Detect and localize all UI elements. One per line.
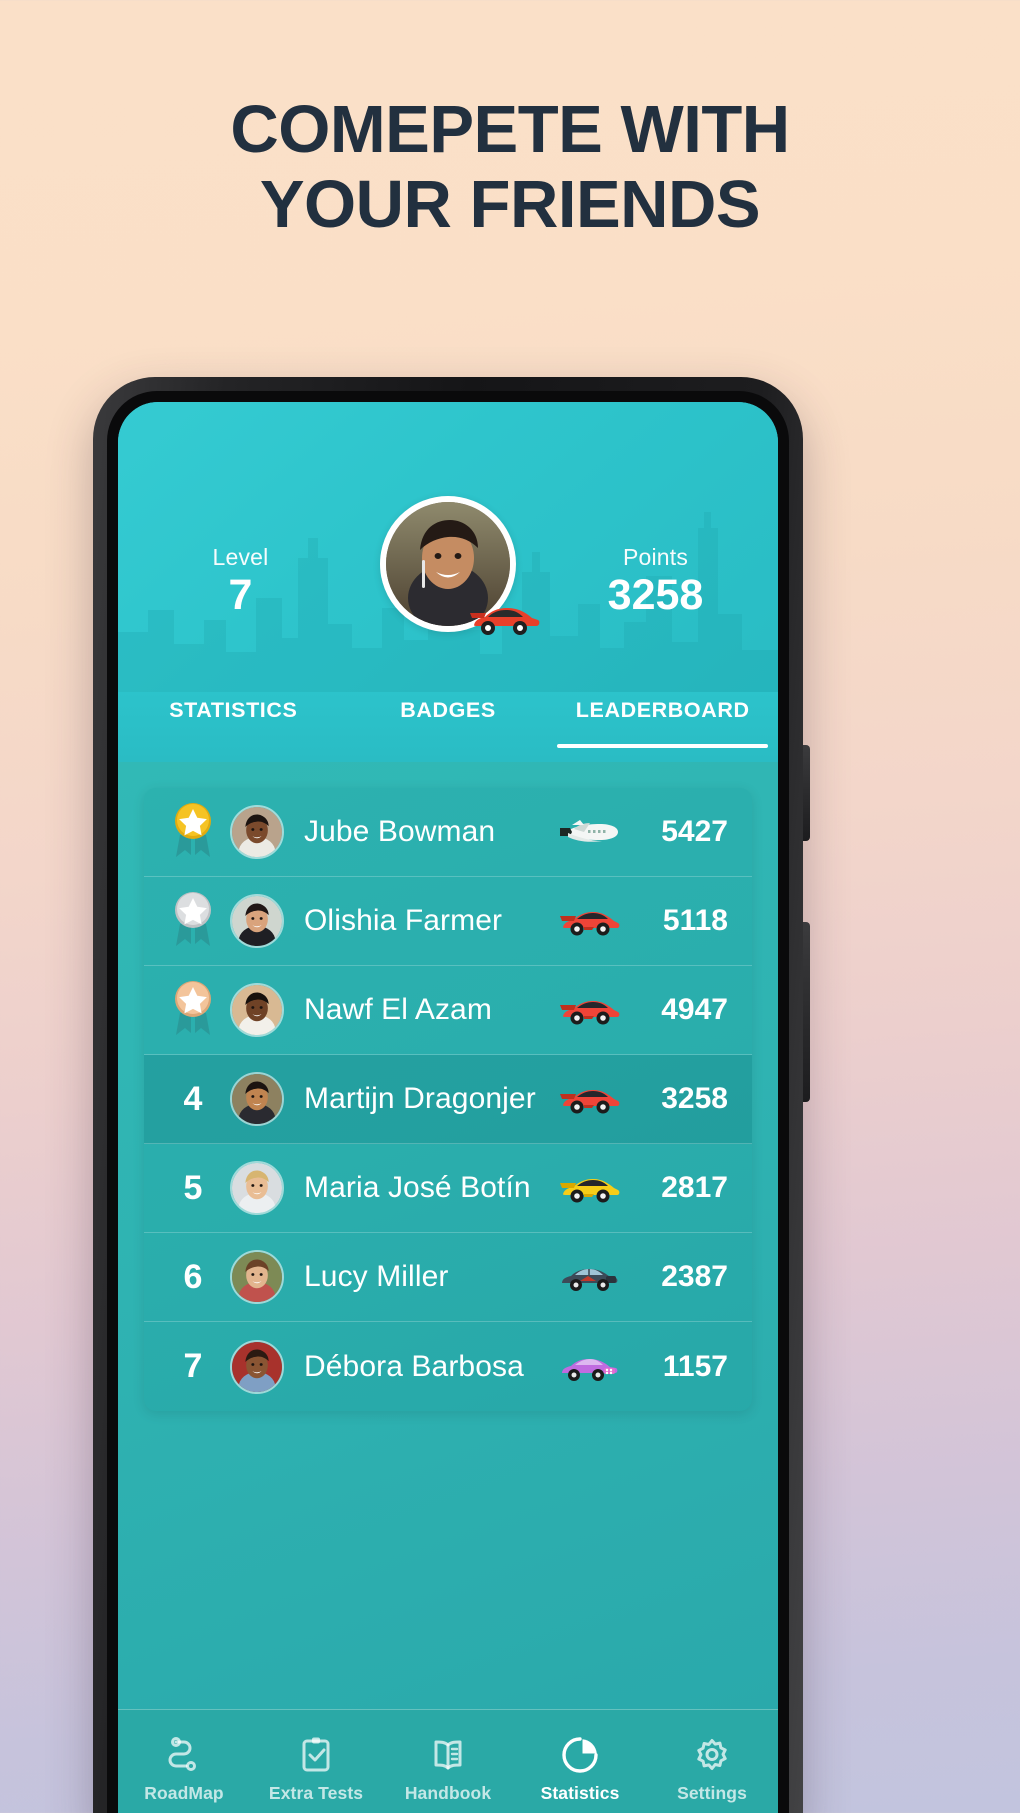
level-stat: Level 7	[158, 544, 323, 618]
player-photo	[232, 1074, 282, 1124]
phone-bezel: Level 7 Points 3258 STATISTICS BADGES LE…	[107, 391, 789, 1813]
medal-silver-icon	[175, 892, 211, 946]
nav-item-statistics[interactable]: Statistics	[514, 1734, 646, 1804]
clipboard-check-icon	[302, 1737, 330, 1771]
player-avatar	[230, 983, 284, 1037]
rank-slot: 4	[162, 1080, 224, 1119]
nav-label-handbook: Handbook	[404, 1782, 492, 1803]
leaderboard-row[interactable]: Olishia Farmer 5118	[144, 877, 752, 966]
points-value: 3258	[607, 570, 704, 619]
leaderboard-row[interactable]: 6 Lucy Miller 2387	[144, 1233, 752, 1322]
leaderboard-list: Jube Bowman 5427 Olishia Farmer 5118 Naw…	[144, 788, 752, 1411]
player-score: 5427	[661, 815, 728, 848]
level-value: 7	[228, 570, 253, 619]
rank-slot	[162, 888, 224, 954]
player-score: 1157	[662, 1349, 728, 1383]
headline-line-2: YOUR FRIENDS	[259, 167, 761, 243]
leaderboard-row[interactable]: Jube Bowman 5427	[144, 788, 752, 877]
player-avatar	[230, 1339, 284, 1394]
player-name: Maria José Botín	[304, 1171, 531, 1204]
space-shuttle-icon	[560, 820, 618, 842]
player-avatar	[230, 894, 284, 948]
player-avatar	[230, 1161, 284, 1215]
purple-car-icon	[562, 1358, 618, 1381]
rank-number: 7	[183, 1347, 203, 1385]
player-score: 4947	[661, 993, 728, 1026]
leaderboard-row[interactable]: 7 Débora Barbosa 1157	[144, 1322, 752, 1411]
red-sports-car-icon	[560, 1090, 620, 1114]
player-avatar	[230, 1072, 284, 1126]
player-name: Débora Barbosa	[304, 1349, 524, 1383]
promo-headline: COMEPETE WITH YOUR FRIENDS	[0, 92, 1020, 242]
rank-slot	[162, 977, 224, 1043]
nav-label-statistics: Statistics	[540, 1782, 620, 1803]
nav-label-roadmap: RoadMap	[144, 1782, 224, 1803]
player-name: Jube Bowman	[304, 815, 496, 848]
level-label: Level	[212, 543, 269, 570]
yellow-sports-car-icon	[560, 1179, 620, 1203]
player-name: Nawf El Azam	[304, 993, 492, 1026]
medal-bronze-icon	[175, 981, 211, 1035]
points-label: Points	[622, 543, 689, 570]
app-screen: Level 7 Points 3258 STATISTICS BADGES LE…	[118, 402, 778, 1813]
player-avatar	[230, 805, 284, 859]
leaderboard-row[interactable]: 5 Maria José Botín 2817	[144, 1144, 752, 1233]
header-stats-row: Level 7 Points 3258	[118, 496, 778, 635]
rank-number: 5	[183, 1168, 203, 1207]
nav-item-roadmap[interactable]: RoadMap	[118, 1734, 250, 1804]
medal-gold-icon	[175, 803, 211, 857]
player-score: 5118	[662, 904, 728, 937]
headline-line-1: COMEPETE WITH	[230, 92, 790, 167]
phone-mockup: Level 7 Points 3258 STATISTICS BADGES LE…	[93, 377, 810, 1813]
rank-slot: 5	[162, 1169, 224, 1208]
player-name: Olishia Farmer	[304, 904, 503, 937]
rank-slot: 6	[162, 1258, 224, 1297]
open-book-icon	[434, 1740, 462, 1769]
player-photo	[232, 985, 282, 1035]
red-sports-car-icon	[470, 608, 540, 635]
player-name: Martijn Dragonjer	[304, 1082, 536, 1115]
player-photo	[232, 896, 282, 946]
player-photo	[232, 1252, 282, 1302]
player-score: 3258	[661, 1082, 728, 1115]
nav-item-extra-tests[interactable]: Extra Tests	[250, 1734, 382, 1804]
leaderboard-row[interactable]: Nawf El Azam 4947	[144, 966, 752, 1055]
player-score: 2387	[661, 1260, 728, 1293]
leaderboard-row[interactable]: 4 Martijn Dragonjer 3258	[144, 1055, 752, 1144]
profile-tabs: STATISTICS BADGES LEADERBOARD	[118, 692, 778, 762]
player-photo	[232, 807, 282, 857]
tab-badges[interactable]: BADGES	[341, 692, 556, 748]
nav-item-settings[interactable]: Settings	[646, 1734, 778, 1804]
rank-number: 4	[183, 1079, 203, 1118]
nav-label-settings: Settings	[677, 1782, 747, 1803]
player-score: 2817	[661, 1171, 728, 1204]
nav-item-handbook[interactable]: Handbook	[382, 1734, 514, 1804]
rank-slot: 7	[162, 1347, 224, 1386]
bottom-navigation: RoadMap Extra Tests Handbook Statistics …	[118, 1709, 778, 1813]
red-sports-car-icon	[560, 912, 620, 936]
power-button[interactable]	[803, 922, 810, 1102]
roadmap-icon	[168, 1736, 196, 1771]
avatar[interactable]	[380, 496, 540, 635]
player-name: Lucy Miller	[304, 1260, 449, 1293]
rank-slot	[162, 799, 224, 865]
tab-leaderboard[interactable]: LEADERBOARD	[555, 692, 770, 748]
gear-icon	[697, 1738, 727, 1770]
nav-label-extra-tests: Extra Tests	[268, 1782, 364, 1803]
red-sports-car-icon	[560, 1001, 620, 1025]
profile-header: Level 7 Points 3258	[118, 402, 778, 692]
dark-car-icon	[562, 1269, 618, 1291]
points-stat: Points 3258	[573, 544, 738, 618]
rank-number: 6	[183, 1257, 203, 1296]
player-photo	[232, 1163, 282, 1213]
tab-statistics[interactable]: STATISTICS	[126, 692, 341, 748]
leaderboard-panel: Jube Bowman 5427 Olishia Farmer 5118 Naw…	[118, 762, 778, 1709]
volume-button[interactable]	[803, 745, 810, 841]
pie-chart-icon	[562, 1736, 598, 1773]
player-avatar	[230, 1250, 284, 1304]
player-photo	[232, 1341, 282, 1392]
